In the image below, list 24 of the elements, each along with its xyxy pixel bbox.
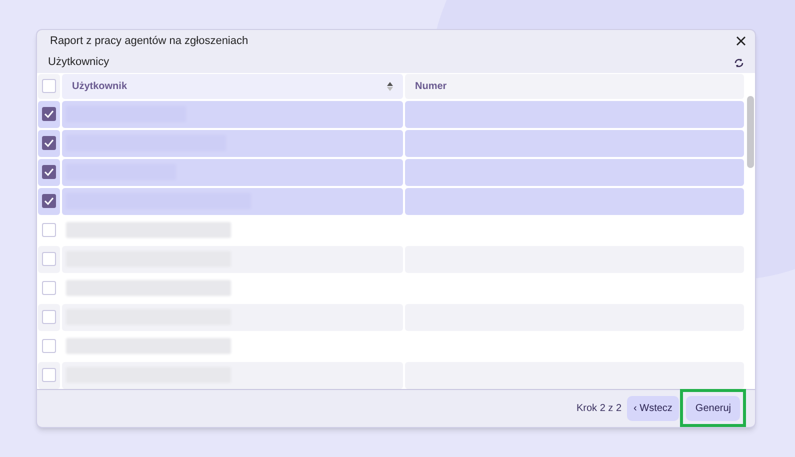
checkbox[interactable] — [42, 339, 56, 354]
check-icon — [44, 197, 54, 206]
section-title: Użytkownicy — [48, 55, 110, 70]
checkbox[interactable] — [42, 310, 56, 324]
checkbox[interactable] — [42, 281, 56, 296]
check-icon — [44, 168, 54, 176]
checkbox[interactable] — [42, 136, 56, 150]
generate-button[interactable]: Generuj — [686, 396, 740, 422]
step-indicator: Krok 2 z 2 — [576, 402, 622, 416]
refresh-icon[interactable] — [733, 56, 745, 69]
checkbox[interactable] — [42, 79, 56, 94]
back-button[interactable]: ‹ Wstecz — [626, 396, 680, 421]
checkbox[interactable] — [42, 165, 56, 180]
checkbox[interactable] — [42, 368, 56, 382]
checkbox[interactable] — [42, 252, 56, 266]
check-icon — [44, 139, 54, 148]
checkbox[interactable] — [42, 223, 56, 238]
sort-icon[interactable] — [387, 82, 393, 91]
check-icon — [44, 110, 54, 118]
checkbox[interactable] — [42, 194, 56, 208]
column-header[interactable]: Użytkownik — [62, 74, 403, 99]
checkbox[interactable] — [42, 107, 56, 122]
column-header[interactable]: Numer — [405, 74, 744, 99]
dialog-title: Raport z pracy agentów na zgłoszeniach — [50, 34, 248, 49]
